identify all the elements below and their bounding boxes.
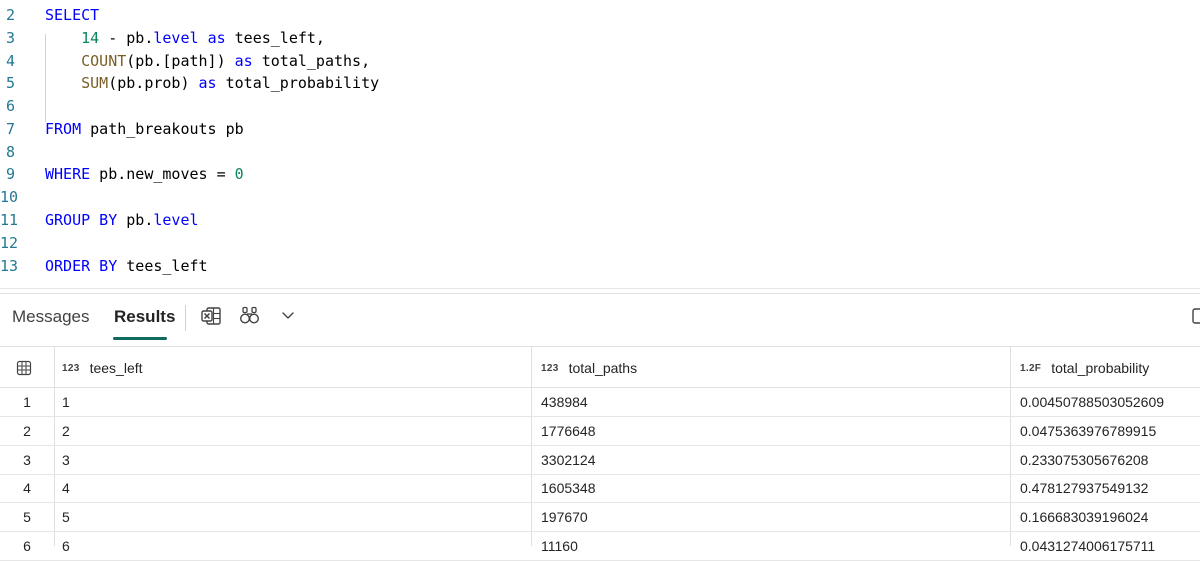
cell-tees-left[interactable]: 3 bbox=[62, 446, 70, 474]
cell-total-probability[interactable]: 0.166683039196024 bbox=[1020, 503, 1148, 531]
code-line[interactable]: 12 bbox=[0, 232, 1200, 254]
cell-total-paths[interactable]: 11160 bbox=[541, 532, 578, 560]
table-row[interactable]: 6 6 11160 0.0431274006175711 bbox=[0, 532, 1200, 561]
cell-tees-left[interactable]: 4 bbox=[62, 474, 70, 502]
code-text: GROUP BY pb.level bbox=[45, 211, 199, 229]
table-row[interactable]: 5 5 197670 0.166683039196024 bbox=[0, 503, 1200, 532]
column-header-label: total_probability bbox=[1051, 360, 1150, 376]
line-number: 10 bbox=[0, 188, 19, 206]
cell-total-paths[interactable]: 1776648 bbox=[541, 417, 596, 445]
code-line[interactable]: 4 COUNT(pb.[path]) as total_paths, bbox=[0, 50, 1200, 72]
cell-tees-left[interactable]: 5 bbox=[62, 503, 70, 531]
cell-tees-left[interactable]: 1 bbox=[62, 388, 70, 416]
sql-editor[interactable]: 2 SELECT 3 14 - pb.level as tees_left, 4… bbox=[0, 0, 1200, 288]
line-number: 3 bbox=[5, 29, 15, 47]
code-line[interactable]: 13 ORDER BY tees_left bbox=[0, 255, 1200, 277]
code-text: SELECT bbox=[45, 4, 99, 26]
code-text: SUM(pb.prob) as total_probability bbox=[81, 74, 380, 92]
select-all-icon[interactable] bbox=[16, 347, 38, 389]
tab-results[interactable]: Results bbox=[114, 306, 175, 328]
cell-total-paths[interactable]: 438984 bbox=[541, 388, 588, 416]
cell-total-probability[interactable]: 0.233075305676208 bbox=[1020, 446, 1148, 474]
integer-type-icon: 123 bbox=[541, 362, 559, 374]
column-header-total-paths[interactable]: 123 total_paths bbox=[541, 347, 637, 389]
float-type-icon: 1.2F bbox=[1020, 362, 1042, 374]
line-number: 8 bbox=[5, 143, 15, 161]
cell-total-probability[interactable]: 0.0475363976789915 bbox=[1020, 417, 1156, 445]
table-row[interactable]: 4 4 1605348 0.478127937549132 bbox=[0, 474, 1200, 503]
toolbar-separator bbox=[185, 305, 186, 331]
column-header-label: total_paths bbox=[568, 360, 638, 376]
line-number: 2 bbox=[5, 6, 15, 24]
cell-tees-left[interactable]: 6 bbox=[62, 532, 70, 560]
code-text: ORDER BY tees_left bbox=[45, 257, 208, 275]
code-line[interactable]: 5 SUM(pb.prob) as total_probability bbox=[0, 72, 1200, 94]
column-header-label: tees_left bbox=[89, 360, 143, 376]
cell-total-probability[interactable]: 0.478127937549132 bbox=[1020, 474, 1148, 502]
line-number: 5 bbox=[5, 74, 15, 92]
table-row[interactable]: 3 3 3302124 0.233075305676208 bbox=[0, 446, 1200, 475]
results-toolbar: Messages Results bbox=[0, 296, 1200, 344]
cell-total-probability[interactable]: 0.00450788503052609 bbox=[1020, 388, 1164, 416]
code-text: WHERE pb.new_moves = 0 bbox=[45, 165, 244, 183]
row-number: 4 bbox=[23, 480, 31, 496]
line-number: 9 bbox=[5, 165, 15, 183]
column-header-total-probability[interactable]: 1.2F total_probability bbox=[1020, 347, 1149, 389]
tab-messages[interactable]: Messages bbox=[12, 306, 89, 328]
chevron-down-icon[interactable] bbox=[278, 303, 304, 329]
cell-tees-left[interactable]: 2 bbox=[62, 417, 70, 445]
code-line[interactable]: 9 WHERE pb.new_moves = 0 bbox=[0, 163, 1200, 185]
code-line[interactable]: 3 14 - pb.level as tees_left, bbox=[0, 27, 1200, 49]
code-line[interactable]: 2 SELECT bbox=[0, 4, 1200, 26]
excel-icon[interactable] bbox=[199, 303, 225, 329]
cell-total-paths[interactable]: 1605348 bbox=[541, 474, 596, 502]
code-line[interactable]: 6 bbox=[0, 95, 1200, 117]
editor-divider bbox=[0, 288, 1200, 289]
line-number: 12 bbox=[0, 234, 19, 252]
code-line[interactable]: 7 FROM path_breakouts pb bbox=[0, 118, 1200, 140]
line-number: 4 bbox=[5, 52, 15, 70]
column-header-tees-left[interactable]: 123 tees_left bbox=[62, 347, 143, 389]
table-row[interactable]: 1 1 438984 0.00450788503052609 bbox=[0, 388, 1200, 417]
code-text: COUNT(pb.[path]) as total_paths, bbox=[81, 52, 371, 70]
integer-type-icon: 123 bbox=[62, 362, 80, 374]
line-number: 13 bbox=[0, 257, 19, 275]
grid-header: 123 tees_left 123 total_paths 1.2F total… bbox=[0, 346, 1200, 388]
row-number: 1 bbox=[23, 394, 31, 410]
cell-total-paths[interactable]: 3302124 bbox=[541, 446, 596, 474]
code-text: FROM path_breakouts pb bbox=[45, 120, 244, 138]
cell-total-paths[interactable]: 197670 bbox=[541, 503, 588, 531]
cell-total-probability[interactable]: 0.0431274006175711 bbox=[1020, 532, 1155, 560]
pane-resize-handle[interactable] bbox=[0, 293, 1200, 294]
line-number: 6 bbox=[5, 97, 15, 115]
active-tab-indicator bbox=[113, 337, 167, 340]
row-number: 2 bbox=[23, 423, 31, 439]
row-number: 6 bbox=[23, 538, 31, 554]
code-line[interactable]: 11 GROUP BY pb.level bbox=[0, 209, 1200, 231]
copy-icon[interactable] bbox=[1186, 303, 1200, 329]
line-number: 7 bbox=[5, 120, 15, 138]
keyword-select: SELECT bbox=[45, 6, 100, 24]
code-line[interactable]: 8 bbox=[0, 141, 1200, 163]
row-number: 3 bbox=[23, 452, 31, 468]
code-text: 14 - pb.level as tees_left, bbox=[81, 29, 325, 47]
find-icon[interactable] bbox=[237, 303, 263, 329]
code-line[interactable]: 10 bbox=[0, 186, 1200, 208]
table-row[interactable]: 2 2 1776648 0.0475363976789915 bbox=[0, 417, 1200, 446]
line-number: 11 bbox=[0, 211, 19, 229]
row-number: 5 bbox=[23, 509, 31, 525]
